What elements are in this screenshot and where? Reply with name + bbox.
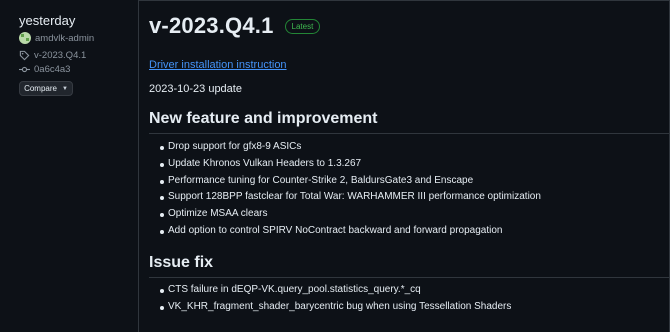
tag-row[interactable]: v-2023.Q4.1 <box>19 50 86 61</box>
list-item: Drop support for gfx8-9 ASICs <box>149 139 541 156</box>
latest-badge: Latest <box>284 18 321 34</box>
compare-button[interactable]: Compare ▼ <box>19 81 73 96</box>
list-item: Optimize MSAA clears <box>149 206 541 223</box>
compare-label: Compare <box>24 84 57 93</box>
list-item: VK_KHR_fragment_shader_barycentric bug w… <box>149 299 511 316</box>
author-name[interactable]: amdvlk-admin <box>35 33 94 44</box>
tag-icon <box>19 50 30 61</box>
issue-fix-list: CTS failure in dEQP-VK.query_pool.statis… <box>149 282 511 316</box>
list-item: Support 128BPP fastclear for Total War: … <box>149 189 541 206</box>
list-item: Add option to control SPIRV NoContract b… <box>149 223 541 240</box>
features-list: Drop support for gfx8-9 ASICs Update Khr… <box>149 139 541 240</box>
tag-name[interactable]: v-2023.Q4.1 <box>34 50 86 61</box>
release-body: v-2023.Q4.1 Latest Driver installation i… <box>138 0 670 332</box>
triangle-down-icon: ▼ <box>61 85 68 92</box>
list-item: CTS failure in dEQP-VK.query_pool.statis… <box>149 282 511 299</box>
section-heading-issue-fix: Issue fix <box>149 254 669 278</box>
release-title[interactable]: v-2023.Q4.1 <box>149 13 274 39</box>
update-date: 2023-10-23 update <box>149 83 242 95</box>
avatar[interactable] <box>19 32 31 44</box>
list-item: Update Khronos Vulkan Headers to 1.3.267 <box>149 156 541 173</box>
section-heading-features: New feature and improvement <box>149 110 669 134</box>
commit-hash[interactable]: 0a6c4a3 <box>34 64 70 75</box>
driver-installation-link[interactable]: Driver installation instruction <box>149 59 287 71</box>
release-relative-date: yesterday <box>19 13 76 28</box>
author-row[interactable]: amdvlk-admin <box>19 32 94 44</box>
git-commit-icon <box>19 66 30 73</box>
release-header: v-2023.Q4.1 Latest <box>149 13 321 39</box>
list-item: Performance tuning for Counter-Strike 2,… <box>149 173 541 190</box>
commit-row[interactable]: 0a6c4a3 <box>19 64 70 75</box>
release-sidebar: yesterday amdvlk-admin v-2023.Q4.1 0a6c4… <box>0 0 138 332</box>
